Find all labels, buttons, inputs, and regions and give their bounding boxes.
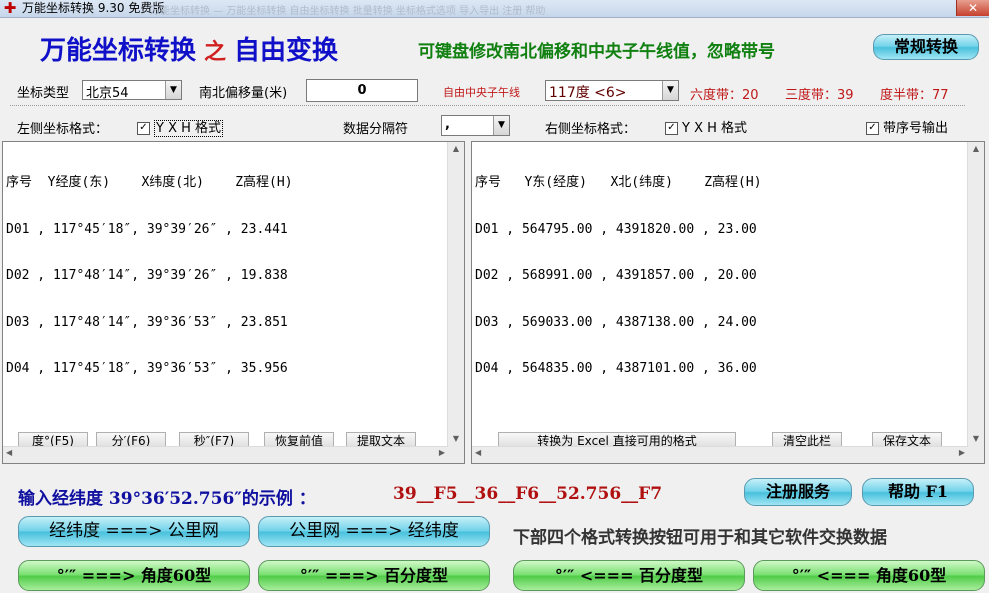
horizontal-scrollbar[interactable]: ◀ ▶ [3, 446, 448, 463]
close-button[interactable]: ✕ [956, 0, 989, 16]
subtitle: 可键盘修改南北偏移和中央子午线值，忽略带号 [418, 42, 775, 62]
right-pane-text[interactable]: 序号 Y东(经度) X北(纬度) Z高程(H) D01 , 564795.00 … [475, 144, 762, 408]
ns-offset-label: 南北偏移量(米) [199, 86, 288, 101]
check-icon: ✓ [137, 122, 150, 135]
coord-type-select[interactable]: 北京54 ▼ [82, 80, 182, 101]
left-format-label: 左侧坐标格式： [17, 122, 109, 137]
zone-6-label: 六度带：20 [690, 88, 759, 103]
arrow-down-icon[interactable]: ▼ [968, 434, 984, 443]
right-output-pane[interactable]: 序号 Y东(经度) X北(纬度) Z高程(H) D01 , 564795.00 … [471, 141, 985, 464]
example-value: 39__F5__36__F6__52.756__F7 [393, 484, 663, 504]
arrow-up-icon[interactable]: ▲ [448, 144, 464, 153]
vertical-scrollbar[interactable]: ▲ ▼ [967, 142, 984, 463]
normal-convert-button[interactable]: 常规转换 [873, 34, 979, 60]
zone-3-label: 三度带：39 [785, 88, 854, 103]
arrow-right-icon[interactable]: ▶ [439, 448, 445, 457]
meridian-select[interactable]: 117度 <6> ▼ [545, 80, 679, 101]
plus-icon: ✚ [3, 0, 17, 17]
left-input-pane[interactable]: 序号 Y经度(东) X纬度(北) Z高程(H) D01 , 117°45′18″… [2, 141, 465, 464]
list-item: D02 , 568991.00 , 4391857.00 , 20.00 [475, 268, 757, 283]
deg60-to-dms-button[interactable]: °′″ <=== 角度60型 [753, 560, 985, 591]
list-item: D03 , 117°48′14″, 39°36′53″ , 23.851 [6, 314, 288, 330]
help-button[interactable]: 帮助 F1 [862, 478, 974, 506]
km-to-deg-button[interactable]: 公里网 ===> 经纬度 [258, 516, 490, 547]
right-format-label: 右侧坐标格式： [545, 122, 637, 137]
right-yxh-checkbox[interactable]: ✓ Y X H 格式 [665, 117, 747, 136]
meridian-label: 自由中央子午线 [443, 86, 520, 99]
dms-to-pct-button[interactable]: °′″ ===> 百分度型 [258, 560, 490, 591]
ghost-menu-text: 万能坐标转换 — 万能坐标转换 自由坐标转换 批量转换 坐标格式选项 导入导出 … [150, 6, 546, 17]
arrow-left-icon[interactable]: ◀ [475, 448, 481, 457]
coord-type-label: 坐标类型 [17, 86, 70, 101]
ns-offset-input[interactable]: 0 [306, 79, 418, 102]
left-pane-text[interactable]: 序号 Y经度(东) X纬度(北) Z高程(H) D01 , 117°45′18″… [6, 144, 293, 408]
page-title: 万能坐标转换之自由变换 [40, 36, 339, 66]
list-item: D03 , 569033.00 , 4387138.00 , 24.00 [475, 314, 757, 330]
list-item: D04 , 564835.00 , 4387101.00 , 36.00 [475, 361, 757, 376]
separator-select[interactable]: , ▼ [441, 115, 510, 136]
close-icon: ✕ [967, 1, 979, 15]
dms-to-deg60-button[interactable]: °′″ ===> 角度60型 [18, 560, 250, 591]
separator-label: 数据分隔符 [343, 122, 409, 137]
arrow-left-icon[interactable]: ◀ [6, 448, 12, 457]
list-item: D04 , 117°45′18″, 39°36′53″ , 35.956 [6, 361, 288, 376]
list-item: D01 , 564795.00 , 4391820.00 , 23.00 [475, 221, 757, 237]
check-icon: ✓ [665, 122, 678, 135]
list-item: D01 , 117°45′18″, 39°39′26″ , 23.441 [6, 221, 288, 237]
info-text: 下部四个格式转换按钮可用于和其它软件交换数据 [513, 528, 887, 548]
deg-to-km-button[interactable]: 经纬度 ===> 公里网 [18, 516, 250, 547]
left-yxh-checkbox[interactable]: ✓ Y X H 格式 [137, 117, 224, 137]
seq-output-checkbox[interactable]: ✓ 带序号输出 [866, 117, 948, 136]
vertical-scrollbar[interactable]: ▲ ▼ [447, 142, 464, 463]
list-item: 序号 Y东(经度) X北(纬度) Z高程(H) [475, 175, 762, 190]
check-icon: ✓ [866, 122, 879, 135]
example-label: 输入经纬度 39°36′52.756″的示例 ： [18, 489, 316, 509]
arrow-right-icon[interactable]: ▶ [959, 448, 965, 457]
list-item: D02 , 117°48′14″, 39°39′26″ , 19.838 [6, 268, 288, 283]
separator-line [10, 105, 965, 106]
arrow-down-icon[interactable]: ▼ [448, 434, 464, 443]
list-item: 序号 Y经度(东) X纬度(北) Z高程(H) [6, 175, 293, 190]
zone-half-label: 度半带：77 [880, 88, 949, 103]
title-bar: ✚ 万能坐标转换 9.30 免费版 万能坐标转换 — 万能坐标转换 自由坐标转换… [0, 0, 989, 18]
register-button[interactable]: 注册服务 [744, 478, 852, 506]
horizontal-scrollbar[interactable]: ◀ ▶ [472, 446, 968, 463]
chevron-down-icon: ▼ [165, 81, 181, 99]
chevron-down-icon: ▼ [493, 116, 509, 135]
arrow-up-icon[interactable]: ▲ [968, 144, 984, 153]
chevron-down-icon: ▼ [662, 81, 678, 100]
window-title: 万能坐标转换 9.30 免费版 [22, 1, 165, 15]
pct-to-dms-button[interactable]: °′″ <=== 百分度型 [513, 560, 745, 591]
